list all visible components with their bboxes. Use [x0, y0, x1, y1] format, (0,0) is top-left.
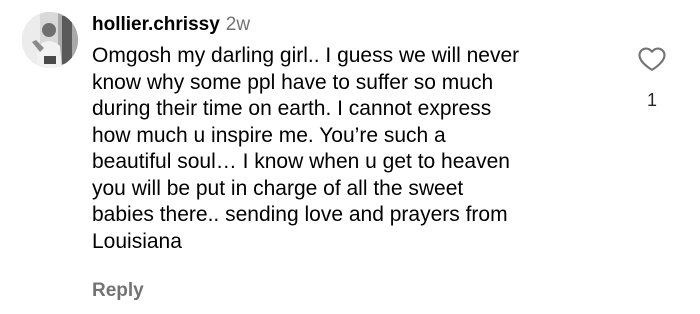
avatar-photo-icon [22, 12, 78, 68]
comment-text-line: during their time on earth. I cannot exp… [92, 97, 492, 120]
comment-text-line: know why some ppl have to suffer so much [92, 70, 494, 94]
comment-text-line: beautiful soul… I know when u get to hea… [92, 150, 510, 173]
comment-text-line: babies there.. sending love and prayers … [92, 203, 508, 226]
like-count: 1 [646, 90, 657, 110]
comment-item: hollier.chrissy 2w Omgosh my darling girl… [0, 0, 700, 314]
comment-text-line: Omgosh my darling girl.. I guess we will… [92, 44, 520, 67]
comment-text-line: Louisiana [92, 229, 182, 253]
heart-icon[interactable] [637, 44, 667, 74]
comment-text-line: how much u inspire me. You’re such a [92, 123, 446, 147]
comment-text-line: you will be put in charge of all the swe… [92, 176, 464, 200]
avatar[interactable] [22, 12, 78, 68]
timestamp: 2w [225, 14, 251, 35]
like-control: 1 [634, 44, 670, 111]
username-link[interactable]: hollier.chrissy [92, 14, 220, 35]
reply-button[interactable]: Reply [92, 278, 144, 304]
comment-content: hollier.chrissy 2w Omgosh my darling girl… [92, 10, 612, 255]
comment-text: Omgosh my darling girl.. I guess we will… [92, 43, 612, 255]
comment-meta: hollier.chrissy 2w [92, 10, 612, 40]
